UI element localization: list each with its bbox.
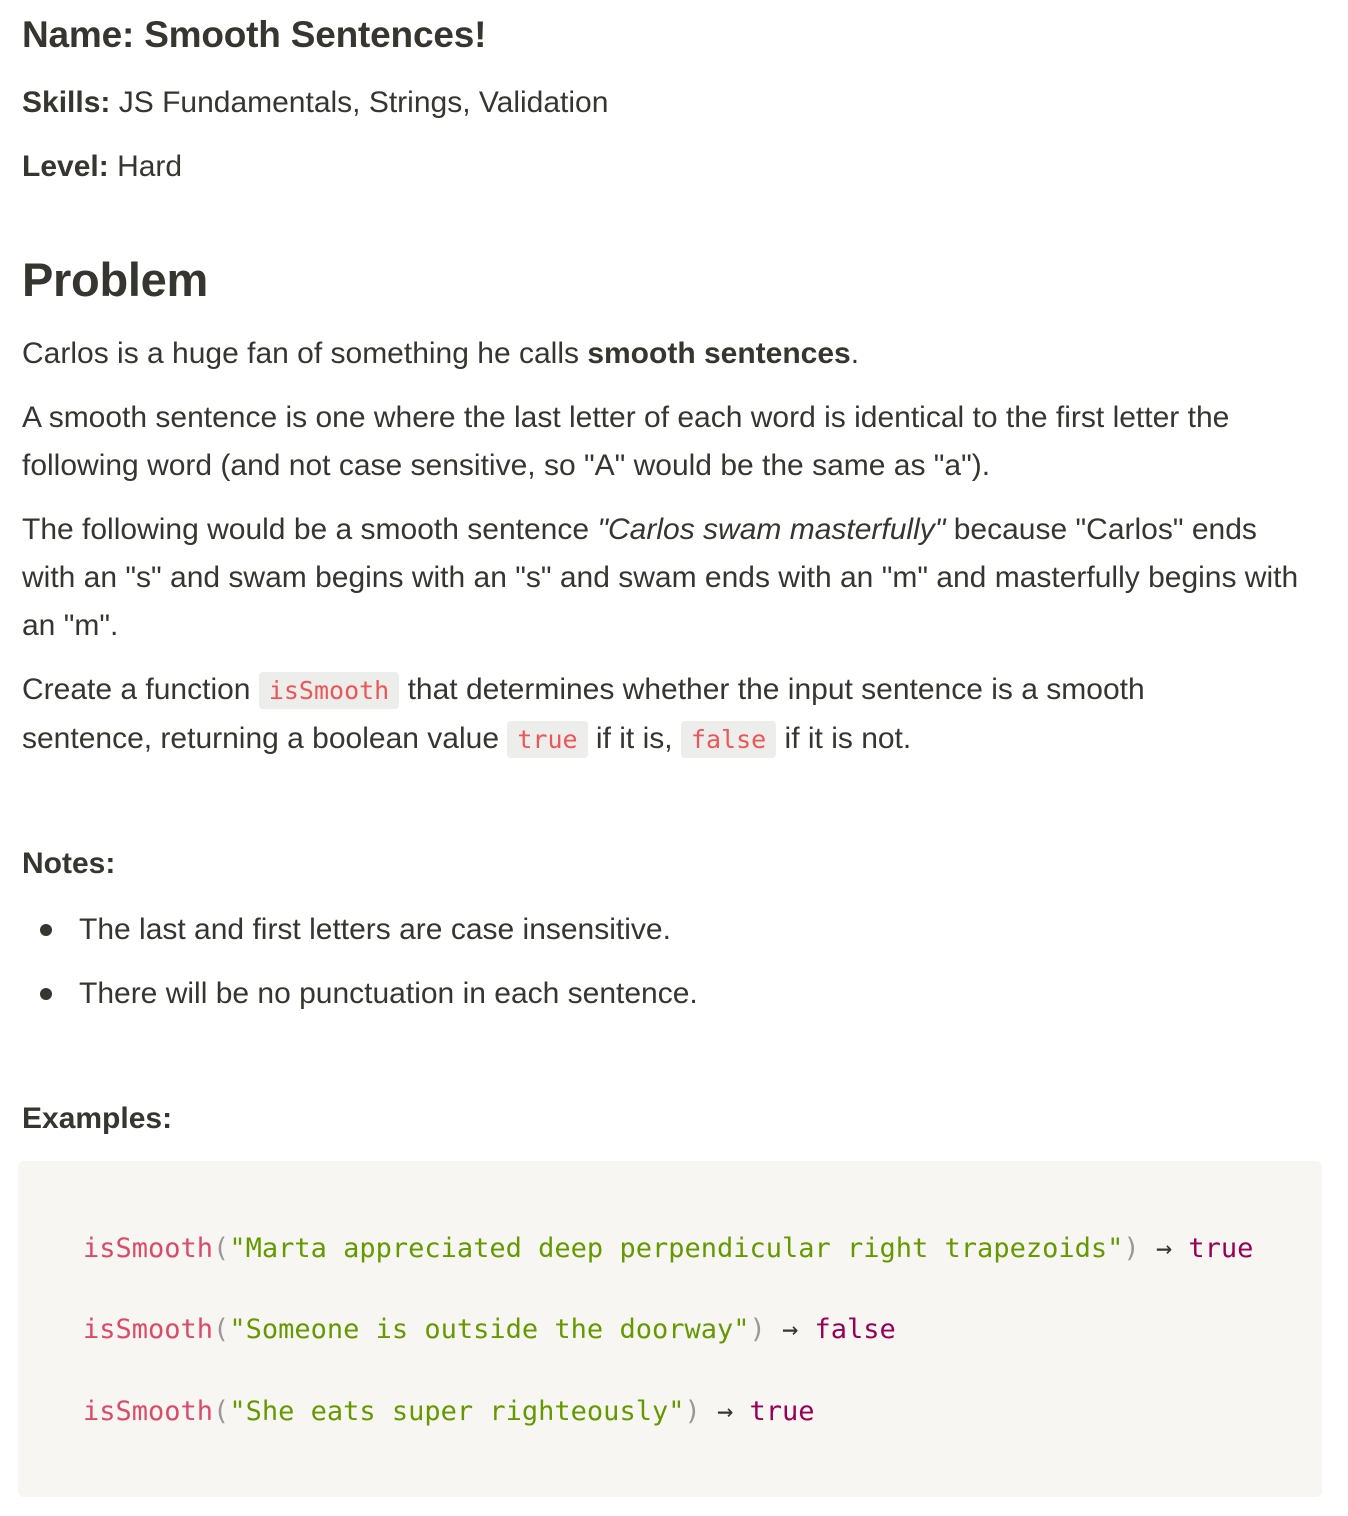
- code-function-name: isSmooth: [83, 1314, 214, 1345]
- problem-paragraph-2: A smooth sentence is one where the last …: [22, 401, 1230, 482]
- skills-label: Skills:: [22, 86, 111, 119]
- p1-text: Carlos is a huge fan of something he cal…: [22, 337, 588, 370]
- challenge-name: Name: Smooth Sentences!: [22, 14, 486, 56]
- problem-paragraph-4: Create a function isSmooth that determin…: [22, 666, 1282, 764]
- bullet-icon: [40, 988, 52, 1000]
- code-line: isSmooth("She eats super righteously") →…: [83, 1396, 815, 1427]
- code-string-arg: "She eats super righteously": [229, 1396, 685, 1427]
- code-function-name: isSmooth: [83, 1233, 214, 1264]
- code-result: true: [1188, 1233, 1254, 1264]
- level-label: Level:: [22, 150, 109, 183]
- inline-code-false: false: [680, 721, 777, 758]
- code-paren-open: (: [213, 1233, 230, 1264]
- arrow-icon: →: [700, 1396, 750, 1427]
- arrow-icon: →: [1139, 1233, 1189, 1264]
- problem-heading: Problem: [22, 253, 208, 306]
- code-result: true: [749, 1396, 815, 1427]
- examples-code-block[interactable]: isSmooth("Marta appreciated deep perpend…: [18, 1161, 1322, 1497]
- notes-item: The last and first letters are case inse…: [22, 904, 698, 968]
- inline-code-function: isSmooth: [258, 672, 400, 709]
- problem-paragraph-3: The following would be a smooth sentence…: [22, 506, 1302, 650]
- code-paren-close: ): [1123, 1233, 1140, 1264]
- p3-text: The following would be a smooth sentence: [22, 513, 598, 546]
- notes-item-text: The last and first letters are case inse…: [79, 913, 671, 946]
- code-paren-open: (: [213, 1396, 230, 1427]
- notes-item-text: There will be no punctuation in each sen…: [79, 977, 698, 1010]
- code-line: isSmooth("Marta appreciated deep perpend…: [83, 1233, 1253, 1264]
- p1-after: .: [850, 337, 860, 370]
- level-line: Level: Hard: [22, 150, 182, 184]
- name-value: Smooth Sentences!: [144, 14, 487, 55]
- arrow-icon: →: [765, 1314, 815, 1345]
- code-paren-open: (: [213, 1314, 230, 1345]
- bullet-icon: [40, 924, 52, 936]
- code-function-name: isSmooth: [83, 1396, 214, 1427]
- examples-heading: Examples:: [22, 1102, 173, 1135]
- notes-list: The last and first letters are case inse…: [22, 904, 698, 1032]
- code-paren-close: ): [749, 1314, 766, 1345]
- skills-value: JS Fundamentals, Strings, Validation: [118, 86, 609, 119]
- level-value: Hard: [117, 150, 183, 183]
- code-string-arg: "Someone is outside the doorway": [229, 1314, 750, 1345]
- p3-italic: "Carlos swam masterfully": [597, 513, 946, 546]
- notes-item: There will be no punctuation in each sen…: [22, 968, 698, 1032]
- notes-heading: Notes:: [22, 847, 116, 880]
- name-label: Name:: [22, 14, 135, 55]
- code-string-arg: "Marta appreciated deep perpendicular ri…: [229, 1233, 1124, 1264]
- code-paren-close: ): [684, 1396, 701, 1427]
- p1-bold: smooth sentences: [587, 337, 851, 370]
- inline-code-true: true: [507, 721, 588, 758]
- code-line: isSmooth("Someone is outside the doorway…: [83, 1314, 896, 1345]
- skills-line: Skills: JS Fundamentals, Strings, Valida…: [22, 86, 608, 120]
- code-result: false: [814, 1314, 896, 1345]
- p4-text-4: if it is not.: [776, 722, 912, 755]
- p4-text-1: Create a function: [22, 673, 259, 706]
- p4-text-3: if it is,: [587, 722, 681, 755]
- problem-paragraph-1: Carlos is a huge fan of something he cal…: [22, 330, 1322, 378]
